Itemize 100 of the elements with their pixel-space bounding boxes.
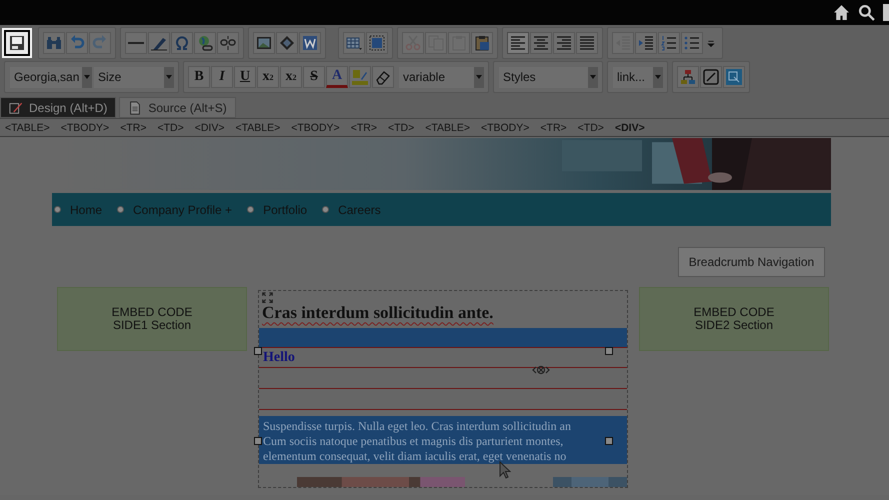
dropdown[interactable]: Size <box>94 66 174 88</box>
dropdown[interactable]: variable <box>399 66 484 88</box>
indent-icon <box>638 35 654 51</box>
nav-link[interactable]: Careers <box>338 202 381 216</box>
document-icon <box>302 35 318 51</box>
resize-handle[interactable] <box>605 347 613 355</box>
embed-code-label: EMBED CODE SIDE2 Section <box>694 306 774 332</box>
nav-link[interactable]: Company Profile + <box>133 202 232 216</box>
tag-link[interactable]: <TR> <box>350 122 377 134</box>
toolbar-button[interactable]: A <box>326 66 348 88</box>
caret-icon <box>166 75 172 79</box>
tag-link[interactable]: <TR> <box>120 122 146 134</box>
hello-text: Hello <box>263 350 295 366</box>
tag-link[interactable]: <TABLE> <box>425 122 470 134</box>
dropdown[interactable]: Georgia,san <box>10 66 92 88</box>
justify-icon <box>579 35 595 51</box>
bullet-list-icon <box>684 35 700 51</box>
toolbar-button[interactable] <box>700 66 722 88</box>
dotted-square-icon <box>369 35 385 51</box>
toolbar-button[interactable] <box>217 32 239 54</box>
omega-icon <box>174 35 190 51</box>
home-icon[interactable] <box>833 4 850 21</box>
nav-link[interactable]: Home <box>70 202 102 216</box>
save-button[interactable] <box>4 30 30 56</box>
align-left-icon <box>510 35 526 51</box>
move-handle-icon[interactable] <box>531 365 551 375</box>
toolbar-button[interactable]: B <box>188 66 210 88</box>
toolbar-button[interactable] <box>343 32 365 54</box>
bullet-icon <box>247 206 254 213</box>
toolbar-button[interactable] <box>276 32 298 54</box>
nav-link[interactable]: Portfolio <box>263 202 308 216</box>
dropdown[interactable]: link... <box>613 66 663 88</box>
resize-handle[interactable] <box>254 437 262 445</box>
toolbar-button[interactable] <box>299 32 321 54</box>
tag-link[interactable]: <TABLE> <box>5 122 50 134</box>
tab[interactable]: Design (Alt+D) <box>0 97 116 118</box>
align-center-icon <box>533 35 549 51</box>
caret-icon <box>655 75 661 79</box>
align-right-icon <box>556 35 572 51</box>
caret-icon <box>590 75 596 79</box>
tag-link[interactable]: <DIV> <box>194 122 224 134</box>
tag-link[interactable]: <TBODY> <box>291 122 340 134</box>
toolbar-button[interactable] <box>366 32 388 54</box>
window-icon <box>726 69 742 85</box>
clipboard-icon <box>474 35 490 51</box>
pen-icon <box>151 35 167 51</box>
resize-handle[interactable] <box>254 347 262 355</box>
toolbar-button[interactable]: S <box>303 66 325 88</box>
tag-link[interactable]: <TBODY> <box>60 122 110 134</box>
toolbar-button[interactable] <box>723 66 745 88</box>
numbered-list-icon <box>661 35 677 51</box>
toolbar-button[interactable] <box>148 32 170 54</box>
eraser-icon <box>375 69 391 85</box>
tag-link[interactable]: <TBODY> <box>480 122 530 134</box>
toolbar-button[interactable] <box>681 32 703 54</box>
tag-link[interactable]: <TABLE> <box>236 122 280 134</box>
caret-icon <box>84 75 90 79</box>
heading: Cras interdum sollicitudin ante. <box>261 303 494 324</box>
caret-icon <box>476 75 482 79</box>
toolbar-button[interactable]: U <box>234 66 256 88</box>
breadcrumb-navigation-button[interactable]: Breadcrumb Navigation <box>678 247 825 277</box>
broken-chain-icon <box>220 35 236 51</box>
tab[interactable]: Source (Alt+S) <box>119 97 236 118</box>
marker-icon <box>352 69 368 85</box>
toolbar-button[interactable] <box>530 32 552 54</box>
toolbar-button[interactable] <box>471 32 493 54</box>
toolbar-button[interactable] <box>677 66 699 88</box>
dropdown[interactable]: Styles <box>499 66 598 88</box>
tag-link[interactable]: <TD> <box>388 122 414 134</box>
horizontal-line-icon <box>128 42 144 44</box>
resize-handle[interactable] <box>605 437 613 445</box>
toolbar-button[interactable] <box>194 32 216 54</box>
tag-link[interactable]: <TD> <box>578 122 604 134</box>
table-icon <box>346 35 362 51</box>
search-icon[interactable] <box>858 4 875 21</box>
page-icon <box>128 100 142 114</box>
toolbar-button[interactable] <box>635 32 657 54</box>
toolbar-button[interactable] <box>576 32 598 54</box>
tag-link[interactable]: <TD> <box>157 122 184 134</box>
tag-link[interactable]: <TR> <box>540 122 567 134</box>
toolbar-button[interactable] <box>253 32 275 54</box>
redo-icon <box>92 35 108 51</box>
save-icon <box>9 35 25 51</box>
toolbar-button[interactable] <box>43 32 65 54</box>
bullet-icon <box>322 206 330 213</box>
pencil-icon <box>9 100 23 114</box>
bullet-icon <box>54 206 61 213</box>
paragraph: Suspendisse turpis. Nulla eget leo. Cras interdum sollicitudin an Cum sociis natoque penatibus et magnis dis parturient montes, elementum consequat, velit diam iaculis erat, eget venenatis no <box>259 416 627 464</box>
toolbar-button[interactable] <box>553 32 575 54</box>
toolbar-button[interactable] <box>171 32 193 54</box>
mouse-cursor-icon <box>499 461 511 479</box>
toolbar-button[interactable] <box>372 66 394 88</box>
tag-link[interactable]: <DIV> <box>614 122 645 134</box>
toolbar-button[interactable] <box>125 32 147 54</box>
toolbar-button[interactable] <box>507 32 529 54</box>
toolbar-button[interactable]: I <box>211 66 233 88</box>
hierarchy-icon <box>680 69 696 85</box>
binoculars-icon <box>46 35 62 51</box>
toolbar-button[interactable] <box>658 32 680 54</box>
expand-icon[interactable] <box>261 292 274 304</box>
